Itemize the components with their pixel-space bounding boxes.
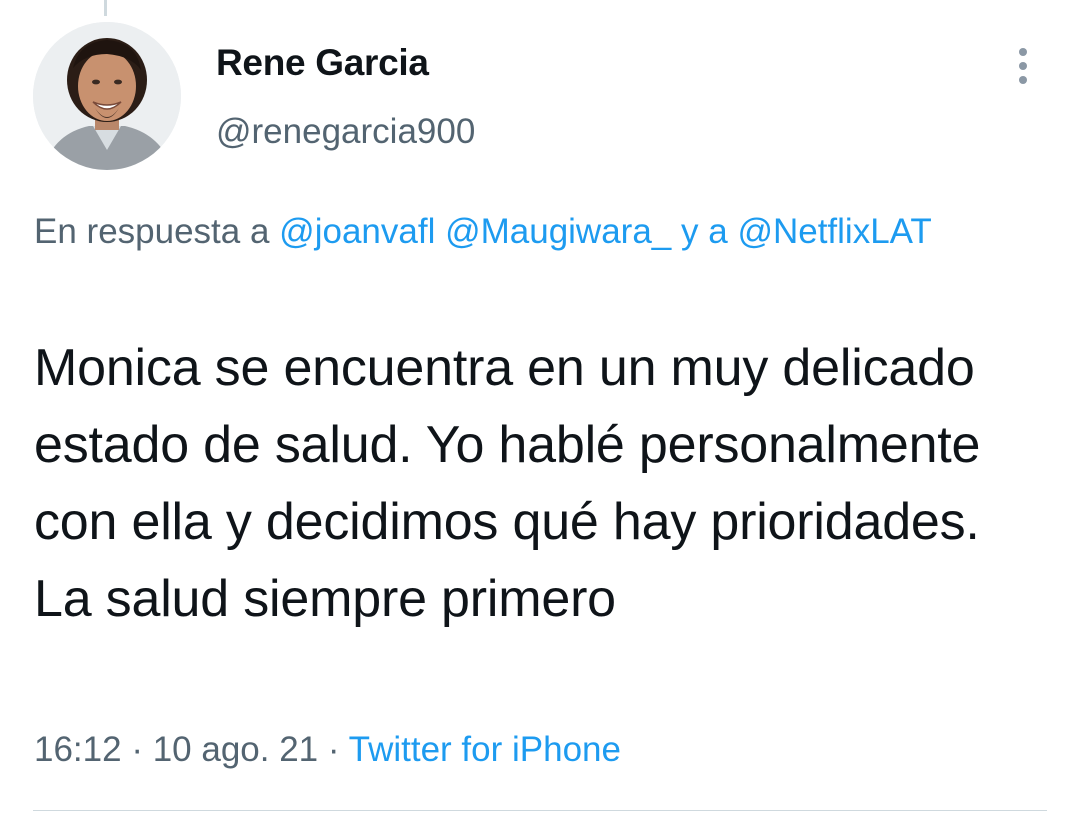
tweet-time[interactable]: 16:12 [34,730,122,769]
tweet-source-link[interactable]: Twitter for iPhone [349,730,621,769]
tweet-date[interactable]: 10 ago. 21 [153,730,318,769]
tweet-body-text: Monica se encuentra en un muy delicado e… [34,339,981,628]
mention-link-joanvafl[interactable]: @joanvafl [279,212,435,251]
divider [33,810,1047,811]
mention-link-netflixlat[interactable]: @NetflixLAT [737,212,931,251]
reply-context: En respuesta a @joanvafl @Maugiwara_ y a… [34,208,1034,256]
mention-link-maugiwara[interactable]: @Maugiwara_ [445,212,671,251]
thread-connector-line [104,0,107,16]
reply-conjunction: y a [681,212,728,251]
avatar-photo [33,22,181,170]
meta-separator: · [131,730,143,769]
meta-separator: · [327,730,340,769]
tweet-metadata: 16:12 · 10 ago. 21 · Twitter for iPhone [34,730,621,770]
author-display-name[interactable]: Rene Garcia [216,42,429,84]
author-handle[interactable]: @renegarcia900 [216,112,475,152]
reply-prefix: En respuesta a [34,212,270,251]
vertical-ellipsis-icon [1019,48,1027,84]
more-options-button[interactable] [1008,44,1038,88]
author-avatar[interactable] [33,22,181,170]
